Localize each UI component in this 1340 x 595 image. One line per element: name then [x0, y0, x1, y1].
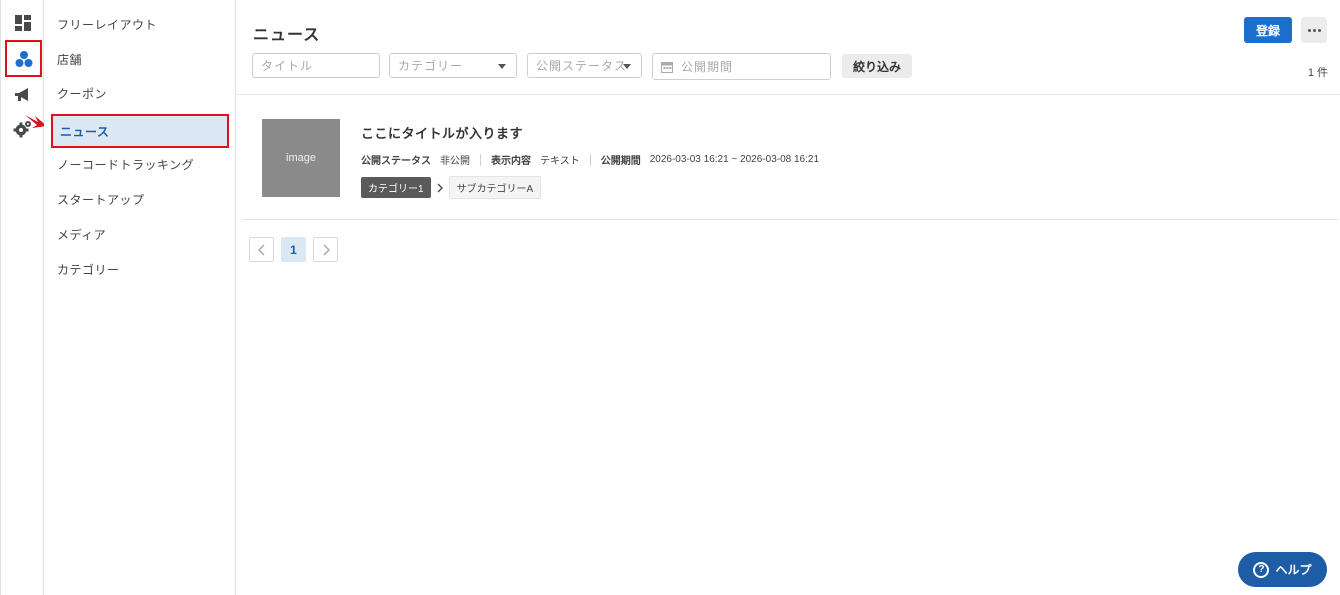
prev-page-button[interactable] [249, 237, 274, 262]
status-select[interactable]: 公開ステータス [527, 53, 642, 78]
apply-filter-button[interactable]: 絞り込み [842, 54, 912, 78]
sidebar-item-label: フリーレイアウト [57, 17, 158, 32]
more-dots-icon [1312, 28, 1316, 32]
sidebar-item-coupons[interactable]: クーポン [50, 76, 228, 110]
sidebar-item-label: カテゴリー [57, 262, 120, 277]
news-title[interactable]: ここにタイトルが入ります [361, 123, 523, 142]
sidebar-item-startup[interactable]: スタートアップ [50, 182, 228, 216]
chevron-down-icon [498, 64, 506, 69]
more-options-button[interactable] [1301, 17, 1327, 43]
megaphone-icon[interactable] [8, 80, 38, 110]
result-count: 1 件 [1307, 67, 1328, 79]
calendar-icon [661, 61, 673, 73]
dashboard-icon[interactable] [8, 8, 38, 38]
subcategory-tag: サブカテゴリーA [448, 176, 542, 199]
main-content: ニュース 登録 カテゴリー 公開ステータス 公開期間 絞り込み 1 件 [236, 0, 1340, 595]
divider [236, 94, 1340, 95]
category-tag: カテゴリー1 [361, 177, 431, 198]
help-label: ヘルプ [1275, 563, 1312, 577]
period-placeholder: 公開期間 [681, 60, 734, 74]
chevron-right-icon [322, 243, 330, 256]
more-dots-icon [1317, 28, 1321, 32]
period-date-input[interactable]: 公開期間 [652, 53, 831, 80]
content-value: テキスト [540, 156, 580, 167]
content-icon[interactable] [5, 40, 42, 77]
register-button[interactable]: 登録 [1244, 17, 1292, 43]
meta-separator [480, 153, 481, 166]
status-label: 公開ステータス [361, 156, 431, 167]
sidebar-item-media[interactable]: メディア [50, 217, 228, 251]
sidebar-item-label: 店舗 [57, 52, 83, 67]
meta-separator [589, 153, 591, 166]
sidebar-item-label: クーポン [57, 86, 108, 101]
period-value: 2026-03-03 16:21 ~ 2026-03-08 16:21 [649, 154, 820, 165]
chevron-left-icon [257, 243, 265, 256]
list-item[interactable]: image ここにタイトルが入ります 公開ステータス 非公開 表示内容 テキスト… [242, 96, 1338, 220]
status-value: 非公開 [440, 156, 470, 167]
sidebar: フリーレイアウト 店舗 クーポン ニュース ノーコードトラッキング スタートアッ… [44, 0, 236, 595]
category-select[interactable]: カテゴリー [389, 53, 517, 78]
news-thumbnail: image [262, 119, 340, 197]
more-dots-icon [1307, 28, 1311, 32]
sidebar-item-label: スタートアップ [57, 192, 145, 207]
sidebar-item-label: ニュース [60, 124, 110, 139]
sidebar-item-label: メディア [57, 227, 107, 242]
sidebar-item-free-layout[interactable]: フリーレイアウト [50, 7, 228, 41]
chevron-down-icon [623, 64, 631, 69]
status-select-label: 公開ステータス [536, 59, 628, 73]
sidebar-item-stores[interactable]: 店舗 [50, 42, 228, 76]
sidebar-item-news[interactable]: ニュース [51, 114, 229, 148]
period-label: 公開期間 [600, 156, 641, 167]
title-search-input[interactable] [252, 53, 380, 78]
sidebar-item-label: ノーコードトラッキング [57, 157, 195, 172]
category-select-label: カテゴリー [398, 59, 464, 73]
page-number-button[interactable]: 1 [281, 237, 306, 262]
app-root: フリーレイアウト 店舗 クーポン ニュース ノーコードトラッキング スタートアッ… [0, 0, 1340, 595]
sidebar-item-categories[interactable]: カテゴリー [50, 252, 228, 286]
question-icon: ? [1253, 561, 1270, 578]
help-button[interactable]: ? ヘルプ [1238, 552, 1327, 587]
news-meta: 公開ステータス 非公開 表示内容 テキスト 公開期間 2026-03-03 16… [361, 152, 829, 167]
icon-rail [0, 0, 44, 595]
sidebar-item-nocode-tracking[interactable]: ノーコードトラッキング [50, 147, 228, 181]
chevron-right-icon [437, 182, 443, 193]
content-label: 表示内容 [491, 156, 531, 167]
page-title: ニュース [253, 27, 321, 44]
next-page-button[interactable] [313, 237, 338, 262]
category-tags: カテゴリー1 サブカテゴリーA [361, 176, 542, 199]
